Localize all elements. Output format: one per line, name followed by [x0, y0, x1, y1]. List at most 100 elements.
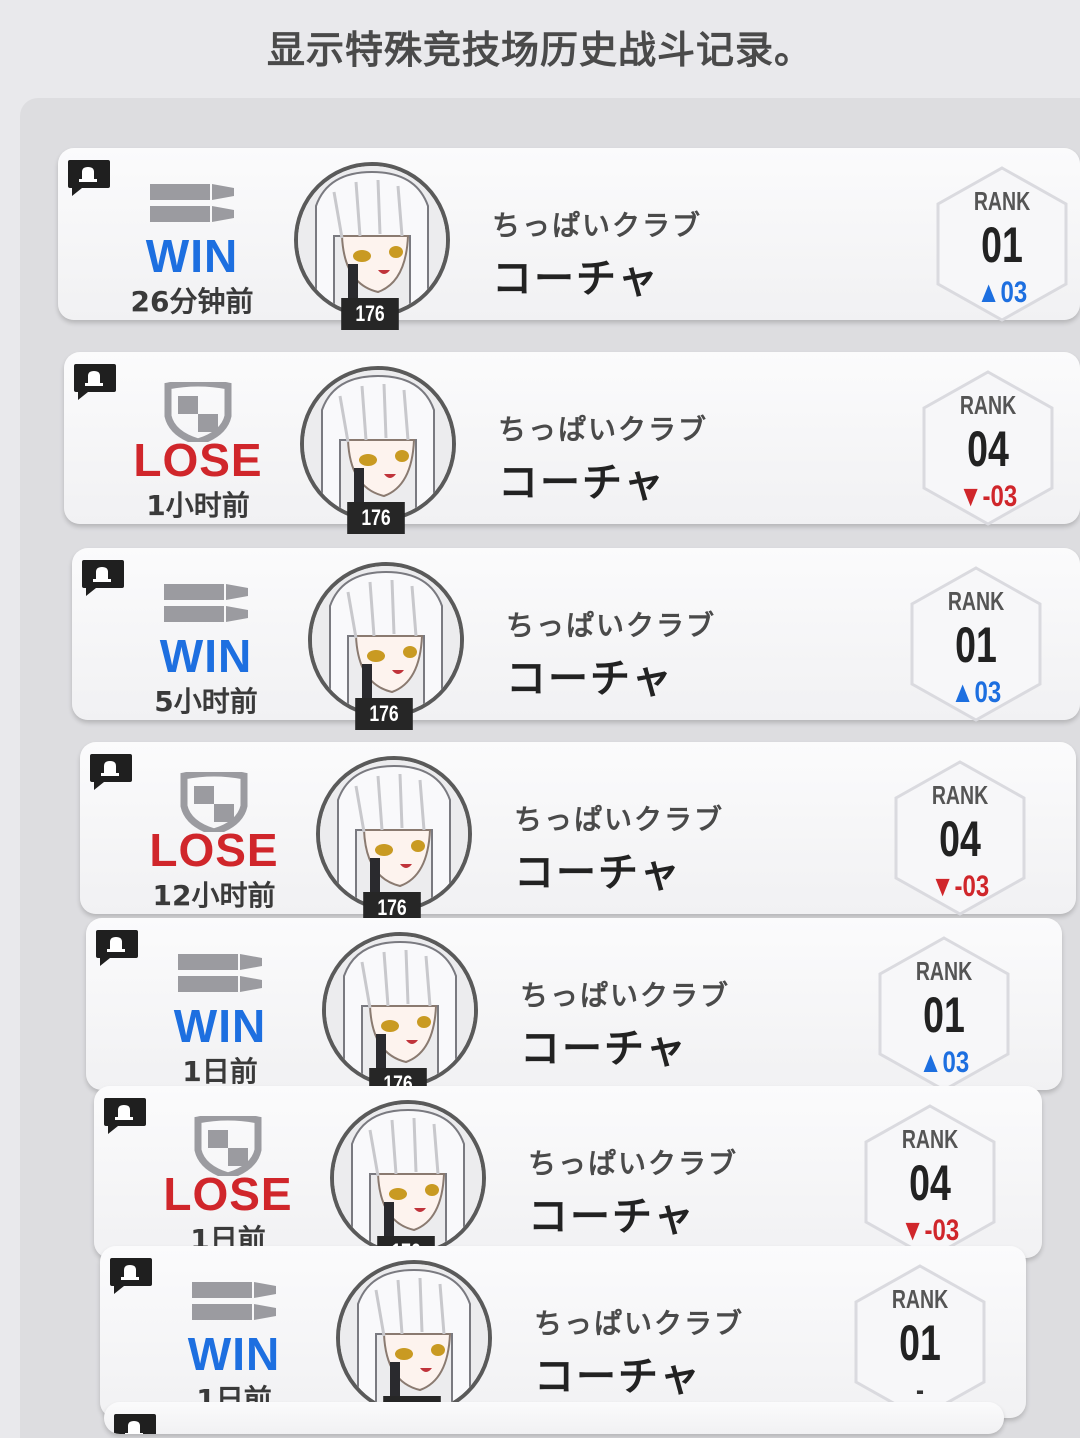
chat-bubble-icon[interactable] — [112, 1412, 158, 1434]
result-block: LOSE 12小时前 — [144, 769, 284, 912]
avatar-portrait — [336, 1260, 492, 1416]
rank-label: RANK — [915, 956, 973, 986]
rank-badge: RANK 04 ▼-03 — [890, 758, 1030, 918]
avatar-portrait — [294, 162, 450, 318]
battle-record-row[interactable]: LOSE 1日前 176 ちっぱいクラブ コーチャ RANK 04 ▼-03 — [94, 1086, 1042, 1268]
page-title: 显示特殊竞技场历史战斗记录。 — [0, 0, 1080, 92]
avatar-portrait — [300, 366, 456, 522]
chat-bubble-icon[interactable] — [108, 1256, 154, 1296]
battle-record-row[interactable]: WIN 1日前 176 ちっぱいクラブ コーチャ RANK 01 ▲03 — [86, 918, 1062, 1100]
opponent-club: ちっぱいクラブ — [506, 609, 717, 642]
rank-label: RANK — [901, 1124, 959, 1154]
rank-label: RANK — [947, 586, 1005, 616]
rank-badge: RANK 01 ▲03 — [932, 164, 1072, 324]
avatar-portrait — [322, 932, 478, 1088]
level-badge: 176 — [341, 298, 399, 330]
result-block: WIN 26分钟前 — [122, 178, 262, 318]
rank-change: ▲03 — [976, 276, 1028, 309]
bullets-icon — [184, 1276, 284, 1336]
battle-record-row-partial[interactable] — [104, 1402, 1004, 1434]
chat-bubble-icon[interactable] — [102, 1096, 148, 1136]
rank-number: 04 — [939, 811, 981, 867]
page-title-text: 显示特殊竞技场历史战斗记录。 — [266, 27, 813, 72]
opponent-name: コーチャ — [528, 1194, 696, 1240]
chat-bubble-icon[interactable] — [80, 558, 126, 598]
battle-record-row[interactable]: WIN 5小时前 176 ちっぱいクラブ コーチャ RANK 01 ▲03 — [72, 548, 1080, 730]
result-label: LOSE — [149, 824, 279, 876]
rank-label: RANK — [973, 186, 1031, 216]
opponent-name: コーチャ — [514, 850, 682, 896]
bullets-icon — [170, 948, 270, 1008]
battle-time: 12小时前 — [152, 879, 276, 912]
rank-number: 01 — [899, 1315, 941, 1371]
rank-label: RANK — [959, 390, 1017, 420]
opponent-name: コーチャ — [506, 656, 674, 702]
avatar-portrait — [330, 1100, 486, 1256]
rank-number: 04 — [967, 421, 1009, 477]
result-label: LOSE — [163, 1168, 293, 1220]
rank-badge: RANK 04 ▼-03 — [860, 1102, 1000, 1262]
rank-badge: RANK 01 ▲03 — [874, 934, 1014, 1094]
rank-number: 04 — [909, 1155, 951, 1211]
battle-time: 1日前 — [182, 1055, 258, 1088]
opponent-name: コーチャ — [498, 460, 666, 506]
opponent-club: ちっぱいクラブ — [492, 209, 703, 242]
battle-record-row[interactable]: LOSE 12小时前 176 ちっぱいクラブ コーチャ RANK 04 ▼-03 — [80, 742, 1076, 924]
opponent-club: ちっぱいクラブ — [514, 803, 725, 836]
result-label: LOSE — [133, 434, 263, 486]
opponent-avatar[interactable]: 176 — [316, 756, 472, 924]
rank-badge: RANK 01 ▲03 — [906, 564, 1046, 724]
rank-label: RANK — [891, 1284, 949, 1314]
opponent-name: コーチャ — [492, 256, 660, 302]
result-block: WIN 1日前 — [150, 948, 290, 1088]
rank-badge: RANK 01 - — [850, 1262, 990, 1422]
result-block: LOSE 1小时前 — [128, 379, 268, 522]
shield-icon — [178, 1113, 278, 1180]
chat-bubble-icon[interactable] — [88, 752, 134, 792]
battle-record-row[interactable]: WIN 1日前 176 ちっぱいクラブ コーチャ RANK 01 - — [100, 1246, 1026, 1428]
rank-change: ▲03 — [918, 1046, 970, 1079]
shield-icon — [148, 379, 248, 446]
result-label: WIN — [173, 1000, 267, 1052]
rank-change: ▲03 — [950, 676, 1002, 709]
battle-record-row[interactable]: LOSE 1小时前 176 ちっぱいクラブ コーチャ RANK 04 ▼-03 — [64, 352, 1080, 534]
rank-number: 01 — [923, 987, 965, 1043]
chat-bubble-icon[interactable] — [66, 158, 112, 198]
opponent-avatar[interactable]: 176 — [294, 162, 450, 330]
bullets-icon — [156, 578, 256, 638]
avatar-portrait — [316, 756, 472, 912]
battle-time: 1小时前 — [146, 489, 250, 522]
chat-bubble-icon[interactable] — [72, 362, 118, 402]
shield-icon — [164, 769, 264, 836]
rank-change: ▼-03 — [930, 870, 990, 903]
battle-time: 26分钟前 — [130, 285, 254, 318]
opponent-club: ちっぱいクラブ — [498, 413, 709, 446]
bullets-icon — [142, 178, 242, 238]
level-badge: 176 — [355, 698, 413, 730]
rank-number: 01 — [955, 617, 997, 673]
opponent-avatar[interactable]: 176 — [322, 932, 478, 1100]
opponent-name: コーチャ — [534, 1354, 702, 1400]
rank-label: RANK — [931, 780, 989, 810]
chat-bubble-icon[interactable] — [94, 928, 140, 968]
rank-change: ▼-03 — [958, 480, 1018, 513]
result-block: WIN 5小时前 — [136, 578, 276, 718]
result-label: WIN — [145, 230, 239, 282]
level-badge: 176 — [347, 502, 405, 534]
opponent-avatar[interactable]: 176 — [308, 562, 464, 730]
avatar-portrait — [308, 562, 464, 718]
opponent-avatar[interactable]: 176 — [300, 366, 456, 534]
result-block: LOSE 1日前 — [158, 1113, 298, 1256]
opponent-club: ちっぱいクラブ — [520, 979, 731, 1012]
result-label: WIN — [187, 1328, 281, 1380]
opponent-avatar[interactable]: 176 — [336, 1260, 492, 1428]
opponent-name: コーチャ — [520, 1026, 688, 1072]
opponent-club: ちっぱいクラブ — [528, 1147, 739, 1180]
battle-record-row[interactable]: WIN 26分钟前 176 ちっぱいクラブ コーチャ RANK 01 ▲03 — [58, 148, 1080, 330]
battle-time: 5小时前 — [154, 685, 258, 718]
opponent-club: ちっぱいクラブ — [534, 1307, 745, 1340]
opponent-avatar[interactable]: 176 — [330, 1100, 486, 1268]
result-label: WIN — [159, 630, 253, 682]
rank-number: 01 — [981, 217, 1023, 273]
result-block: WIN 1日前 — [164, 1276, 304, 1416]
